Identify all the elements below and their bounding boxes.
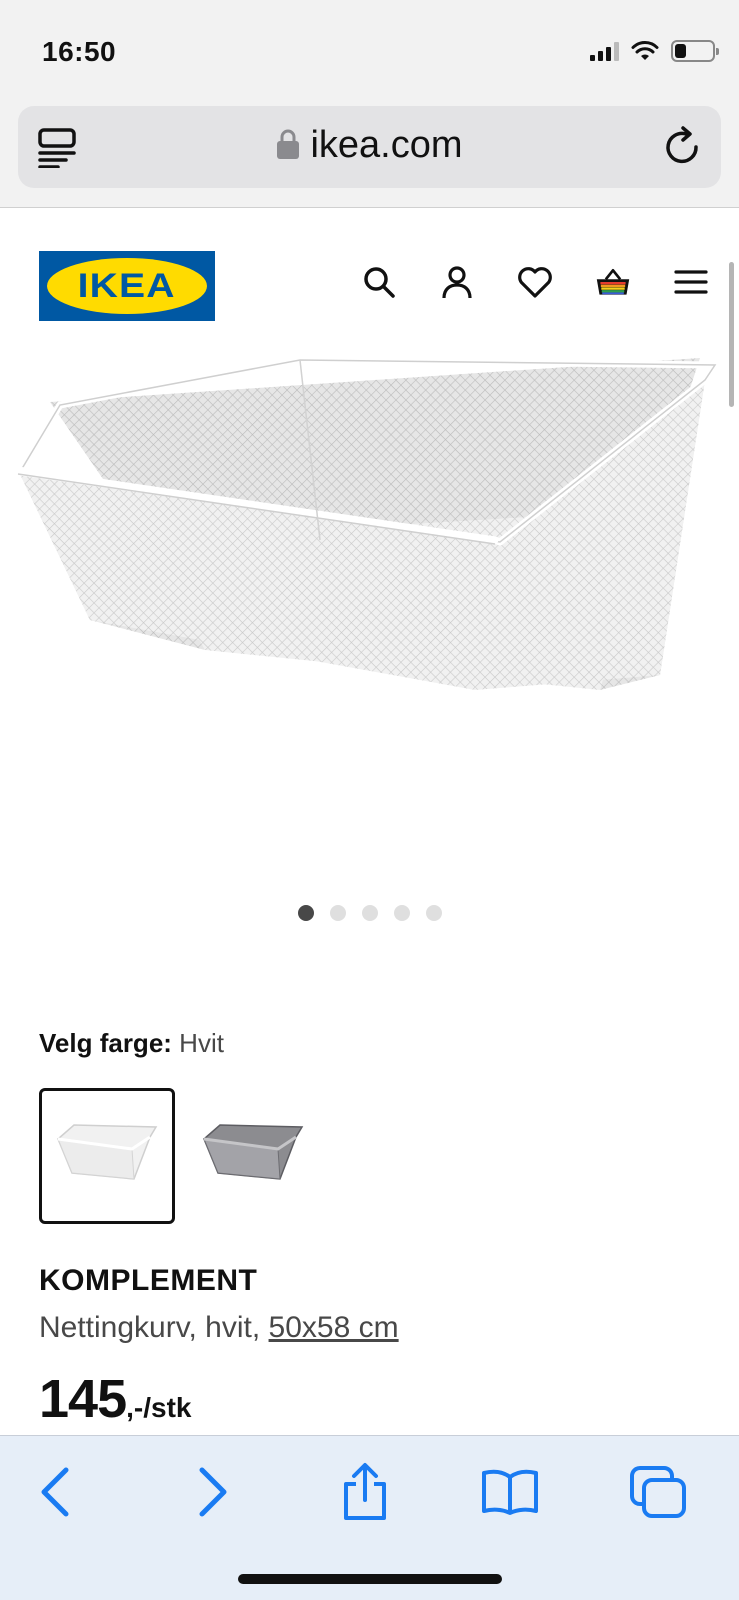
wifi-icon — [631, 41, 659, 60]
url-display[interactable]: ikea.com — [18, 124, 721, 167]
color-label-value: Hvit — [179, 1028, 224, 1058]
swatch-white[interactable] — [39, 1088, 175, 1224]
status-time: 16:50 — [42, 36, 117, 67]
product-description: Nettingkurv, hvit, 50x58 cm — [39, 1311, 399, 1345]
swatch-grey[interactable] — [185, 1088, 321, 1224]
status-bar: 16:50 — [0, 0, 739, 100]
carousel-dot[interactable] — [393, 905, 410, 921]
forward-icon[interactable] — [180, 1460, 244, 1524]
cellular-signal-icon — [590, 41, 619, 61]
url-text: ikea.com — [310, 124, 463, 166]
ikea-logo[interactable]: IKEA — [39, 251, 215, 321]
color-label: Velg farge: Hvit — [39, 1028, 224, 1059]
tabs-icon[interactable] — [626, 1460, 690, 1524]
home-indicator[interactable] — [238, 1574, 502, 1584]
price-amount: 145 — [39, 1369, 127, 1429]
share-icon[interactable] — [333, 1460, 397, 1524]
heart-icon[interactable] — [517, 264, 553, 300]
logo-text: IKEA — [77, 266, 177, 305]
product-description-text: Nettingkurv, hvit, — [39, 1311, 261, 1344]
product-size-link[interactable]: 50x58 cm — [269, 1311, 399, 1344]
carousel-dots — [0, 905, 739, 921]
battery-icon — [671, 40, 719, 62]
search-icon[interactable] — [361, 264, 397, 300]
product-name: KOMPLEMENT — [39, 1264, 258, 1297]
site-header: IKEA — [0, 208, 739, 348]
product-image[interactable] — [0, 350, 739, 870]
price-suffix: ,-/stk — [126, 1392, 192, 1423]
carousel-dot[interactable] — [329, 905, 346, 921]
lock-icon — [277, 129, 300, 159]
battery-level — [675, 44, 686, 58]
carousel-dot[interactable] — [361, 905, 378, 921]
bookmarks-icon[interactable] — [478, 1460, 542, 1524]
carousel-dot[interactable] — [425, 905, 442, 921]
status-icons — [590, 40, 719, 62]
header-icons — [361, 264, 709, 300]
safari-toolbar — [0, 1435, 739, 1600]
logo-oval: IKEA — [47, 258, 207, 314]
back-icon[interactable] — [24, 1460, 88, 1524]
menu-icon[interactable] — [673, 264, 709, 300]
browser-chrome: ikea.com — [0, 100, 739, 208]
carousel-dot[interactable] — [297, 905, 314, 921]
cart-icon[interactable] — [595, 264, 631, 300]
color-label-title: Velg farge: — [39, 1028, 172, 1058]
product-price: 145,-/stk — [39, 1368, 191, 1430]
address-bar[interactable]: ikea.com — [18, 106, 721, 188]
reload-icon[interactable] — [661, 126, 703, 168]
account-icon[interactable] — [439, 264, 475, 300]
